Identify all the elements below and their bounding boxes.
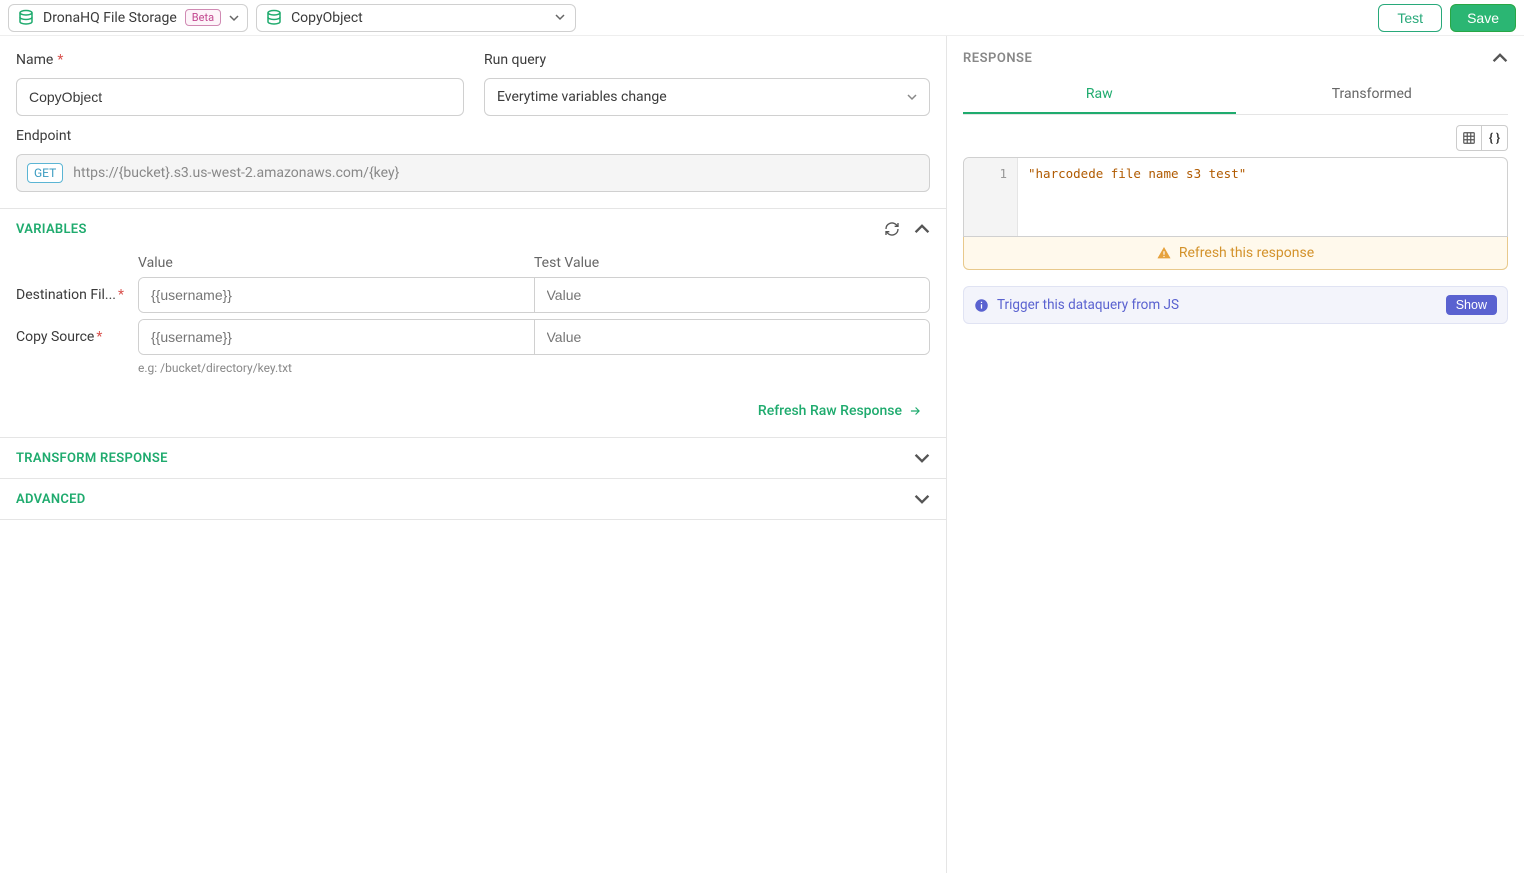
var-value-input[interactable] [139,278,534,312]
test-button[interactable]: Test [1378,4,1442,32]
database-icon [265,9,283,27]
required-indicator: * [118,287,124,303]
runquery-select[interactable]: Everytime variables change [484,78,930,116]
chevron-down-icon [914,450,930,466]
js-trigger-banner: Trigger this dataquery from JS Show [963,286,1508,324]
chevron-down-icon [229,13,239,23]
table-icon [1462,131,1476,145]
method-badge: GET [27,163,63,183]
js-trigger-text: Trigger this dataquery from JS [997,297,1179,313]
response-title: RESPONSE [963,51,1032,66]
warning-icon [1157,246,1171,260]
col-header-value: Value [138,255,534,271]
response-body: 1 "harcodede file name s3 test" [963,157,1508,237]
advanced-section-header[interactable]: ADVANCED [0,479,946,520]
col-header-testvalue: Test Value [534,255,930,271]
chevron-up-icon[interactable] [1492,50,1508,66]
var-hint: e.g: /bucket/directory/key.txt [138,361,930,375]
transform-title: TRANSFORM RESPONSE [16,451,168,466]
required-indicator: * [96,329,102,345]
variables-section-header[interactable]: VARIABLES [0,208,946,249]
code-text[interactable]: "harcodede file name s3 test" [1018,158,1256,236]
database-icon [17,9,35,27]
arrow-right-icon [908,404,922,418]
refresh-response-banner[interactable]: Refresh this response [963,237,1508,270]
refresh-raw-response-link[interactable]: Refresh Raw Response [758,403,922,419]
tab-raw[interactable]: Raw [963,76,1236,114]
query-name: CopyObject [291,10,363,26]
view-table-button[interactable] [1456,125,1482,151]
response-tabs: Raw Transformed [963,76,1508,115]
var-value-input[interactable] [139,320,534,354]
storage-name: DronaHQ File Storage [43,10,177,26]
var-label: Destination Fil... [16,287,116,303]
config-pane: Name* Run query Everytime variables chan… [0,36,947,873]
chevron-down-icon [907,92,917,102]
variables-title: VARIABLES [16,222,87,237]
view-json-button[interactable]: { } [1482,125,1508,151]
beta-badge: Beta [185,9,221,26]
advanced-title: ADVANCED [16,492,86,507]
save-button[interactable]: Save [1450,4,1516,32]
storage-selector[interactable]: DronaHQ File Storage Beta [8,4,248,32]
var-label: Copy Source [16,329,94,345]
endpoint-url: https://{bucket}.s3.us-west-2.amazonaws.… [73,165,399,181]
variables-table: Value Test Value Destination Fil...* Cop… [0,249,946,383]
refresh-icon[interactable] [884,221,900,237]
var-testvalue-input[interactable] [534,278,930,312]
refresh-raw-label: Refresh Raw Response [758,403,902,419]
chevron-down-icon [555,12,565,22]
info-icon [974,298,989,313]
var-testvalue-input[interactable] [534,320,930,354]
name-label: Name [16,52,53,68]
transform-section-header[interactable]: TRANSFORM RESPONSE [0,438,946,479]
variable-row: Copy Source* [16,319,930,355]
chevron-down-icon [914,491,930,507]
query-selector[interactable]: CopyObject [256,4,576,32]
runquery-value: Everytime variables change [497,89,667,105]
response-pane: RESPONSE Raw Transformed { } 1 "harcoded… [947,36,1524,873]
code-line-number: 1 [964,158,1018,236]
runquery-label: Run query [484,52,546,68]
endpoint-display: GET https://{bucket}.s3.us-west-2.amazon… [16,154,930,192]
top-bar: DronaHQ File Storage Beta CopyObject Tes… [0,0,1524,36]
refresh-response-label: Refresh this response [1179,245,1314,261]
required-indicator: * [57,52,63,68]
braces-icon: { } [1489,131,1500,145]
variable-row: Destination Fil...* [16,277,930,313]
chevron-up-icon[interactable] [914,221,930,237]
tab-transformed[interactable]: Transformed [1236,76,1509,114]
endpoint-label: Endpoint [16,128,71,144]
show-button[interactable]: Show [1446,295,1497,315]
name-input[interactable] [16,78,464,116]
